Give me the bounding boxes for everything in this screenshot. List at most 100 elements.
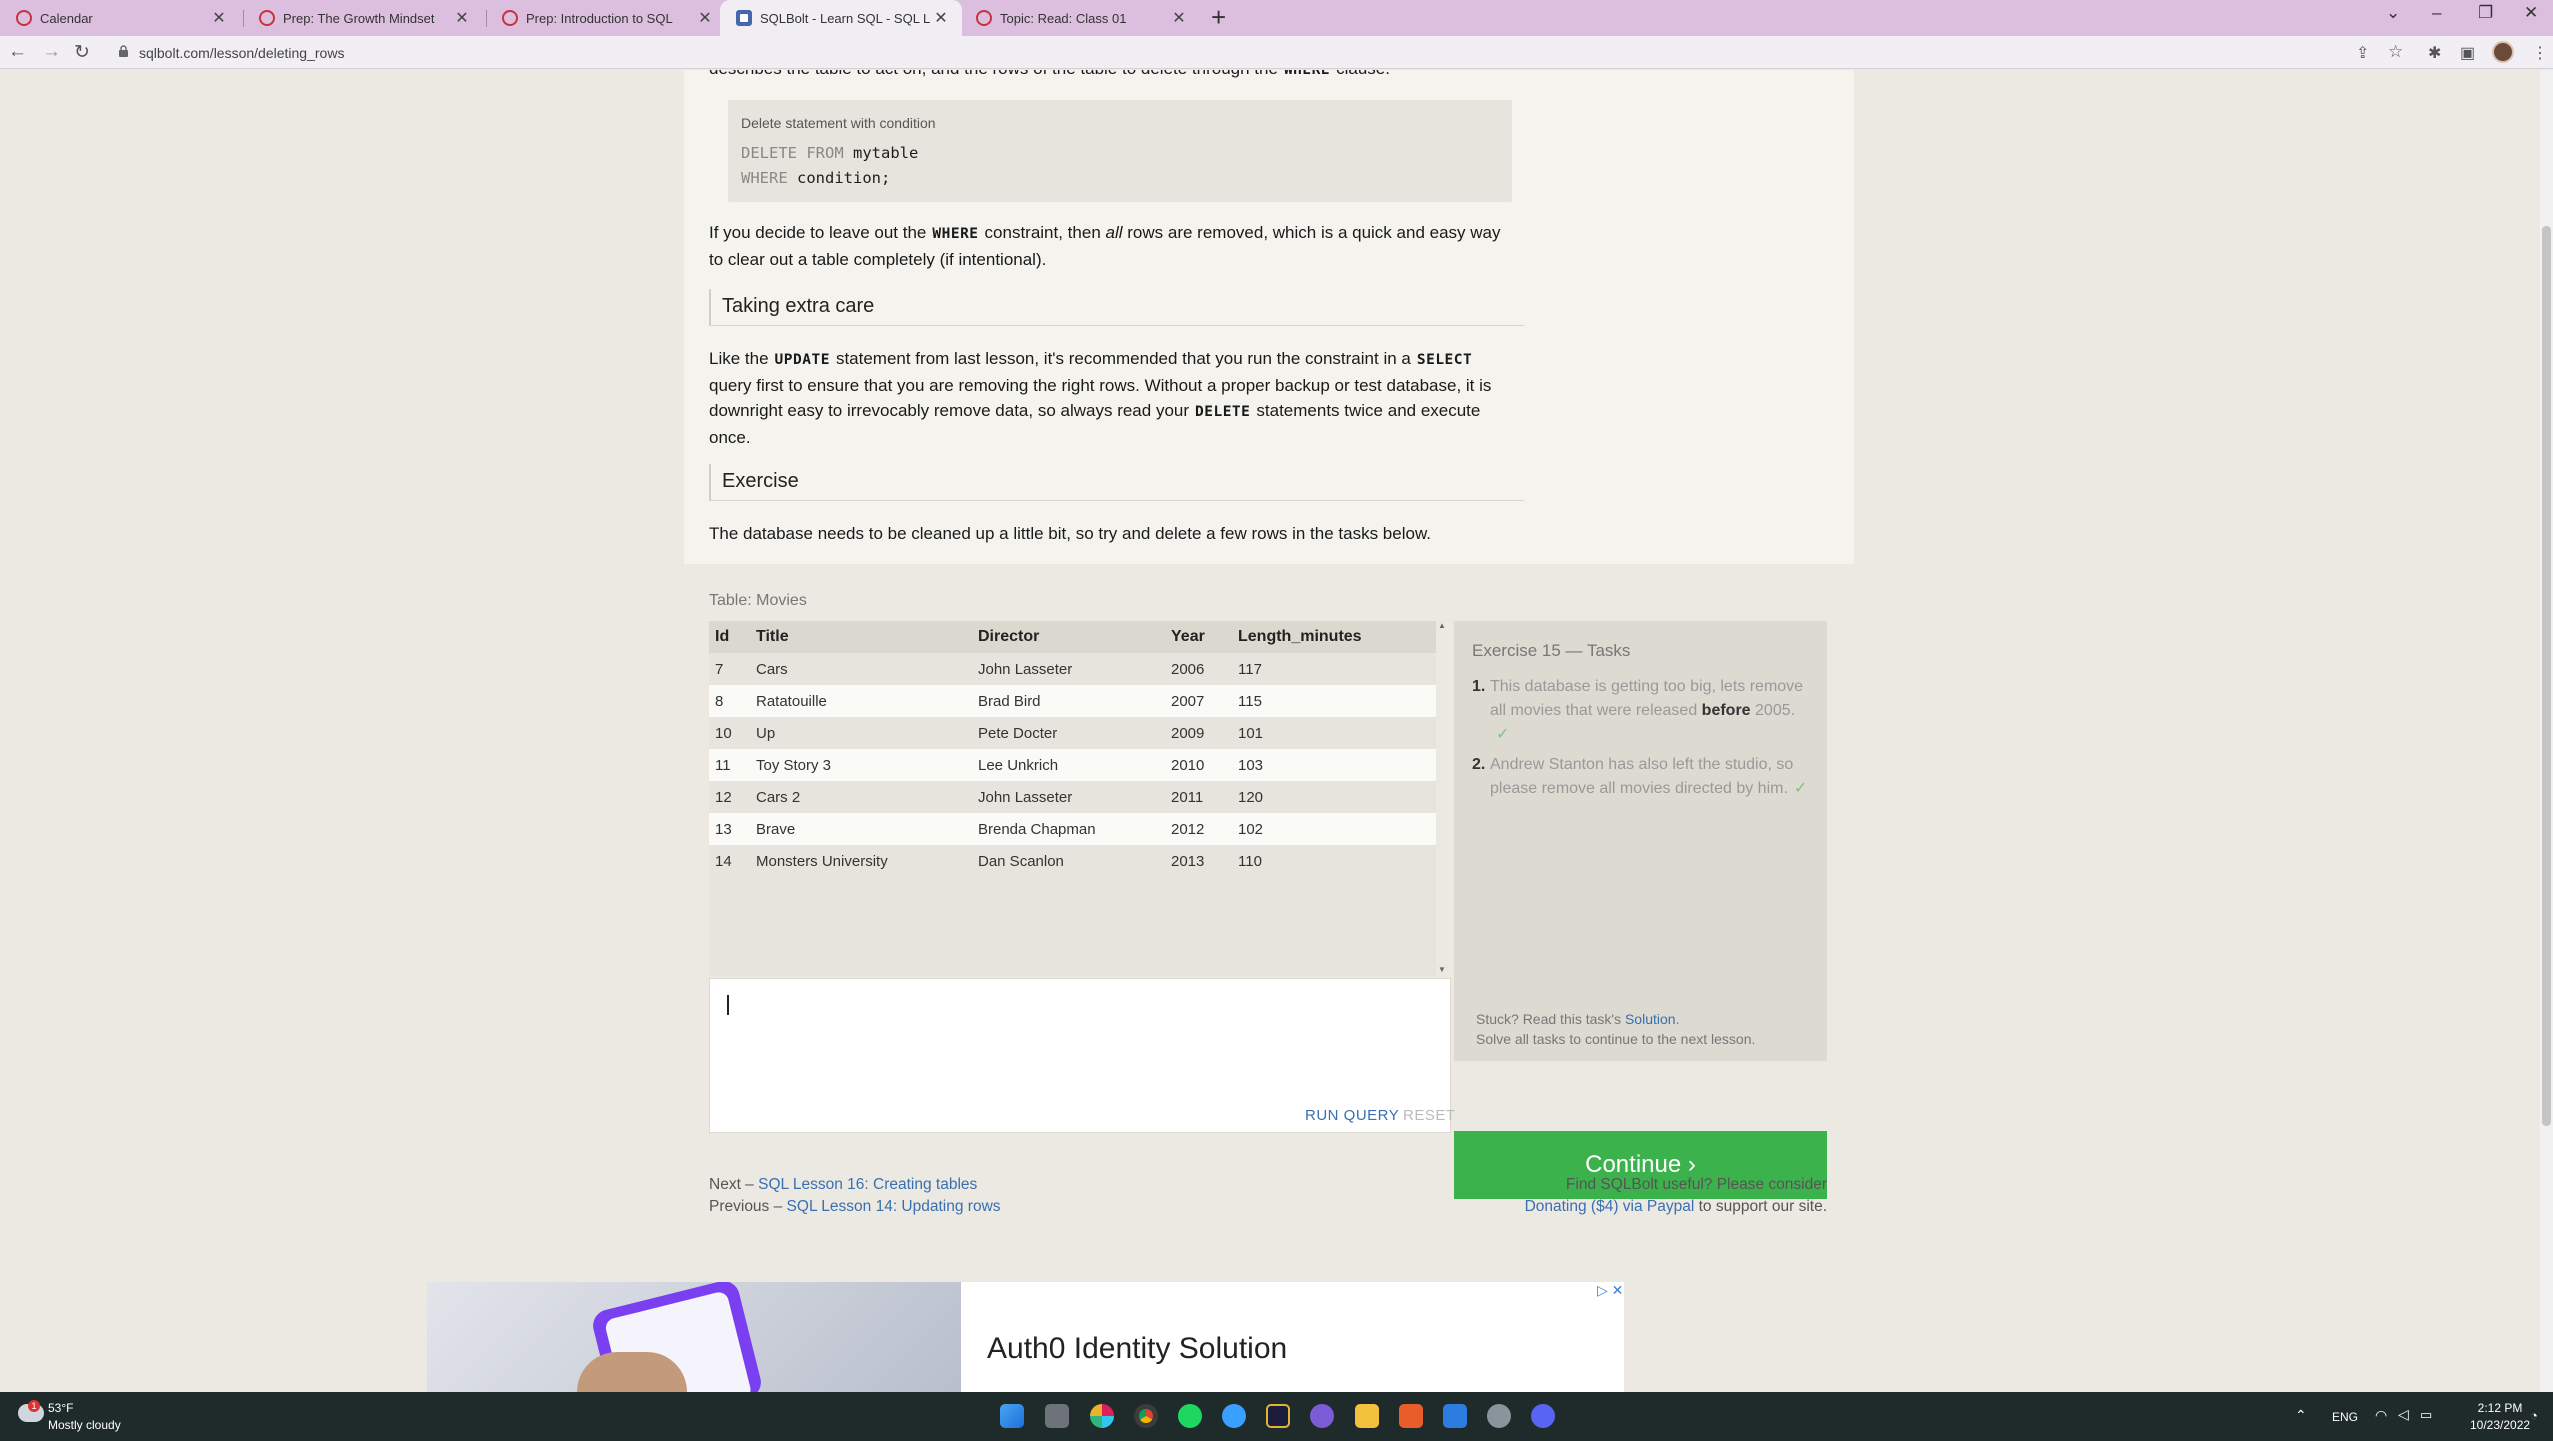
ring-favicon-icon xyxy=(976,10,992,26)
text-caret xyxy=(727,995,729,1015)
file-explorer-icon[interactable] xyxy=(1355,1404,1379,1428)
heading-exercise: Exercise xyxy=(709,464,1524,501)
task-view-icon[interactable] xyxy=(1045,1404,1069,1428)
app-icon[interactable] xyxy=(1222,1404,1246,1428)
column-header: Year xyxy=(1171,628,1205,645)
lock-icon[interactable] xyxy=(118,45,129,58)
tab-sqlbolt[interactable]: SQLBolt - Learn SQL - SQL Lesso ✕ xyxy=(720,0,962,36)
tab-title: Calendar xyxy=(40,10,93,26)
language-indicator[interactable]: ENG xyxy=(2332,1410,2358,1424)
table-row: 8 Ratatouille Brad Bird 2007 115 xyxy=(709,685,1436,717)
run-query-button[interactable]: RUN QUERY xyxy=(1305,1107,1399,1124)
table-row: 12 Cars 2 John Lasseter 2011 120 xyxy=(715,789,1264,806)
table-header: Id Title Director Year Length_minutes xyxy=(709,621,1436,653)
scroll-up-icon[interactable]: ▲ xyxy=(1438,621,1446,630)
bookmark-star-icon[interactable]: ☆ xyxy=(2388,42,2403,62)
settings-gear-icon[interactable] xyxy=(1487,1404,1511,1428)
calendar-favicon-icon xyxy=(16,10,32,26)
system-clock[interactable]: 2:12 PM 10/23/2022 xyxy=(2470,1400,2530,1434)
code-example: Delete statement with condition DELETE F… xyxy=(728,100,1512,202)
tab-search-icon[interactable]: ⌄ xyxy=(2386,3,2400,23)
table-row: 13 Brave Brenda Chapman 2012 102 xyxy=(709,813,1436,845)
address-bar[interactable] xyxy=(110,39,2390,66)
code-line-1: DELETE FROM mytable xyxy=(741,144,919,162)
table-scrollbar[interactable]: ▲ ▼ xyxy=(1436,621,1449,976)
forward-icon[interactable]: → xyxy=(42,41,61,63)
movies-table: Id Title Director Year Length_minutes 7C… xyxy=(709,621,1436,976)
donate-link[interactable]: Donating ($4) via Paypal xyxy=(1525,1198,1695,1215)
ad-title[interactable]: Auth0 Identity Solution xyxy=(987,1332,1287,1366)
paragraph-extra-care: Like the UPDATE statement from last lesson… xyxy=(709,349,1492,447)
reload-icon[interactable]: ↻ xyxy=(74,41,90,64)
scroll-down-icon[interactable]: ▼ xyxy=(1438,965,1446,974)
photos-icon[interactable] xyxy=(1443,1404,1467,1428)
column-header: Id xyxy=(715,628,730,645)
windows-taskbar: 1 53°F Mostly cloudy ⌃ ENG ◠ ◁ ▭ 2:12 PM… xyxy=(0,1392,2553,1441)
stuck-hint: Stuck? Read this task's Solution. Solve … xyxy=(1476,1011,1756,1047)
reset-button[interactable]: RESET xyxy=(1403,1107,1456,1124)
tab-strip: Calendar ✕ Prep: The Growth Mindset ✕ Pr… xyxy=(0,0,2553,36)
github-icon[interactable] xyxy=(1310,1404,1334,1428)
tab-calendar[interactable]: Calendar ✕ xyxy=(0,0,240,36)
menu-icon[interactable]: ⋮ xyxy=(2532,43,2548,63)
ring-favicon-icon xyxy=(259,10,275,26)
chrome-icon[interactable] xyxy=(1134,1404,1158,1428)
notifications-icon[interactable]: ◔ xyxy=(2530,1408,2538,1423)
show-hidden-icons-icon[interactable]: ⌃ xyxy=(2295,1407,2307,1424)
paragraph-where: If you decide to leave out the WHERE const… xyxy=(709,223,1501,269)
share-icon[interactable]: ⇪ xyxy=(2356,43,2369,63)
close-icon[interactable]: ✕ xyxy=(451,8,473,28)
extensions-icon[interactable]: ✱ xyxy=(2428,43,2441,63)
tab-title: SQLBolt - Learn SQL - SQL Lesso xyxy=(760,10,930,26)
checkmark-icon: ✓ xyxy=(1793,780,1808,797)
column-header: Director xyxy=(978,628,1040,645)
close-icon[interactable]: ✕ xyxy=(694,8,716,28)
exercise-area: Table: Movies Id Title Director Year Len… xyxy=(684,564,1854,1253)
heading-taking-extra-care: Taking extra care xyxy=(709,289,1524,326)
jetbrains-icon[interactable] xyxy=(1266,1404,1290,1428)
slack-icon[interactable] xyxy=(1090,1404,1114,1428)
solution-link[interactable]: Solution xyxy=(1625,1011,1676,1027)
close-icon[interactable]: ✕ xyxy=(1168,8,1190,28)
adchoices-icon[interactable]: ▷ ✕ xyxy=(1597,1282,1623,1299)
close-icon[interactable]: ✕ xyxy=(208,8,230,28)
code-caption: Delete statement with condition xyxy=(741,115,936,131)
restore-icon[interactable]: ❐ xyxy=(2478,3,2493,23)
table-row: 10 Up Pete Docter 2009 101 xyxy=(715,725,1264,742)
close-window-icon[interactable]: ✕ xyxy=(2524,3,2538,23)
previous-lesson-link[interactable]: SQL Lesson 14: Updating rows xyxy=(787,1198,1001,1215)
url-text[interactable]: sqlbolt.com/lesson/deleting_rows xyxy=(139,45,344,61)
scrollbar-thumb[interactable] xyxy=(2542,226,2551,1126)
discord-icon[interactable] xyxy=(1531,1404,1555,1428)
profile-avatar[interactable] xyxy=(2492,41,2514,63)
volume-icon[interactable]: ◁ xyxy=(2398,1406,2409,1423)
wifi-icon[interactable]: ◠ xyxy=(2375,1407,2387,1424)
start-icon[interactable] xyxy=(1000,1404,1024,1428)
tab-intro-sql[interactable]: Prep: Introduction to SQL ✕ xyxy=(486,0,726,36)
temperature[interactable]: 53°F xyxy=(48,1401,73,1415)
code-line-2: WHERE condition; xyxy=(741,169,891,187)
ad-image[interactable] xyxy=(427,1282,961,1392)
close-icon[interactable]: ✕ xyxy=(930,8,952,28)
table-row: 14 Monsters University Dan Scanlon 2013 110 xyxy=(715,853,1262,870)
tab-growth-mindset[interactable]: Prep: The Growth Mindset ✕ xyxy=(243,0,483,36)
minimize-icon[interactable]: – xyxy=(2432,3,2441,23)
new-tab-icon[interactable]: + xyxy=(1211,2,1226,33)
next-lesson-link[interactable]: SQL Lesson 16: Creating tables xyxy=(758,1176,977,1193)
page-viewport: describes the table to act on, and the r… xyxy=(0,70,2540,1392)
back-icon[interactable]: ← xyxy=(8,41,27,63)
notification-badge: 1 xyxy=(28,1400,40,1412)
tab-topic-read[interactable]: Topic: Read: Class 01 ✕ xyxy=(960,0,1200,36)
sql-query-editor[interactable]: RUN QUERY RESET xyxy=(709,978,1455,1133)
column-header: Length_minutes xyxy=(1238,628,1362,645)
spotify-icon[interactable] xyxy=(1178,1404,1202,1428)
browser-toolbar: ← → ↻ sqlbolt.com/lesson/deleting_rows ⇪… xyxy=(0,36,2553,69)
office-icon[interactable] xyxy=(1399,1404,1423,1428)
lesson-content: describes the table to act on, and the r… xyxy=(684,70,1854,1253)
advertisement-banner[interactable]: Auth0 Identity Solution ▷ ✕ xyxy=(427,1282,1624,1392)
side-panel-icon[interactable]: ▣ xyxy=(2460,43,2475,63)
battery-icon[interactable]: ▭ xyxy=(2420,1407,2432,1423)
weather-description[interactable]: Mostly cloudy xyxy=(48,1418,121,1432)
table-row: 11 Toy Story 3 Lee Unkrich 2010 103 xyxy=(709,749,1436,781)
intro-tail: describes the table to act on, and the r… xyxy=(709,70,1390,78)
